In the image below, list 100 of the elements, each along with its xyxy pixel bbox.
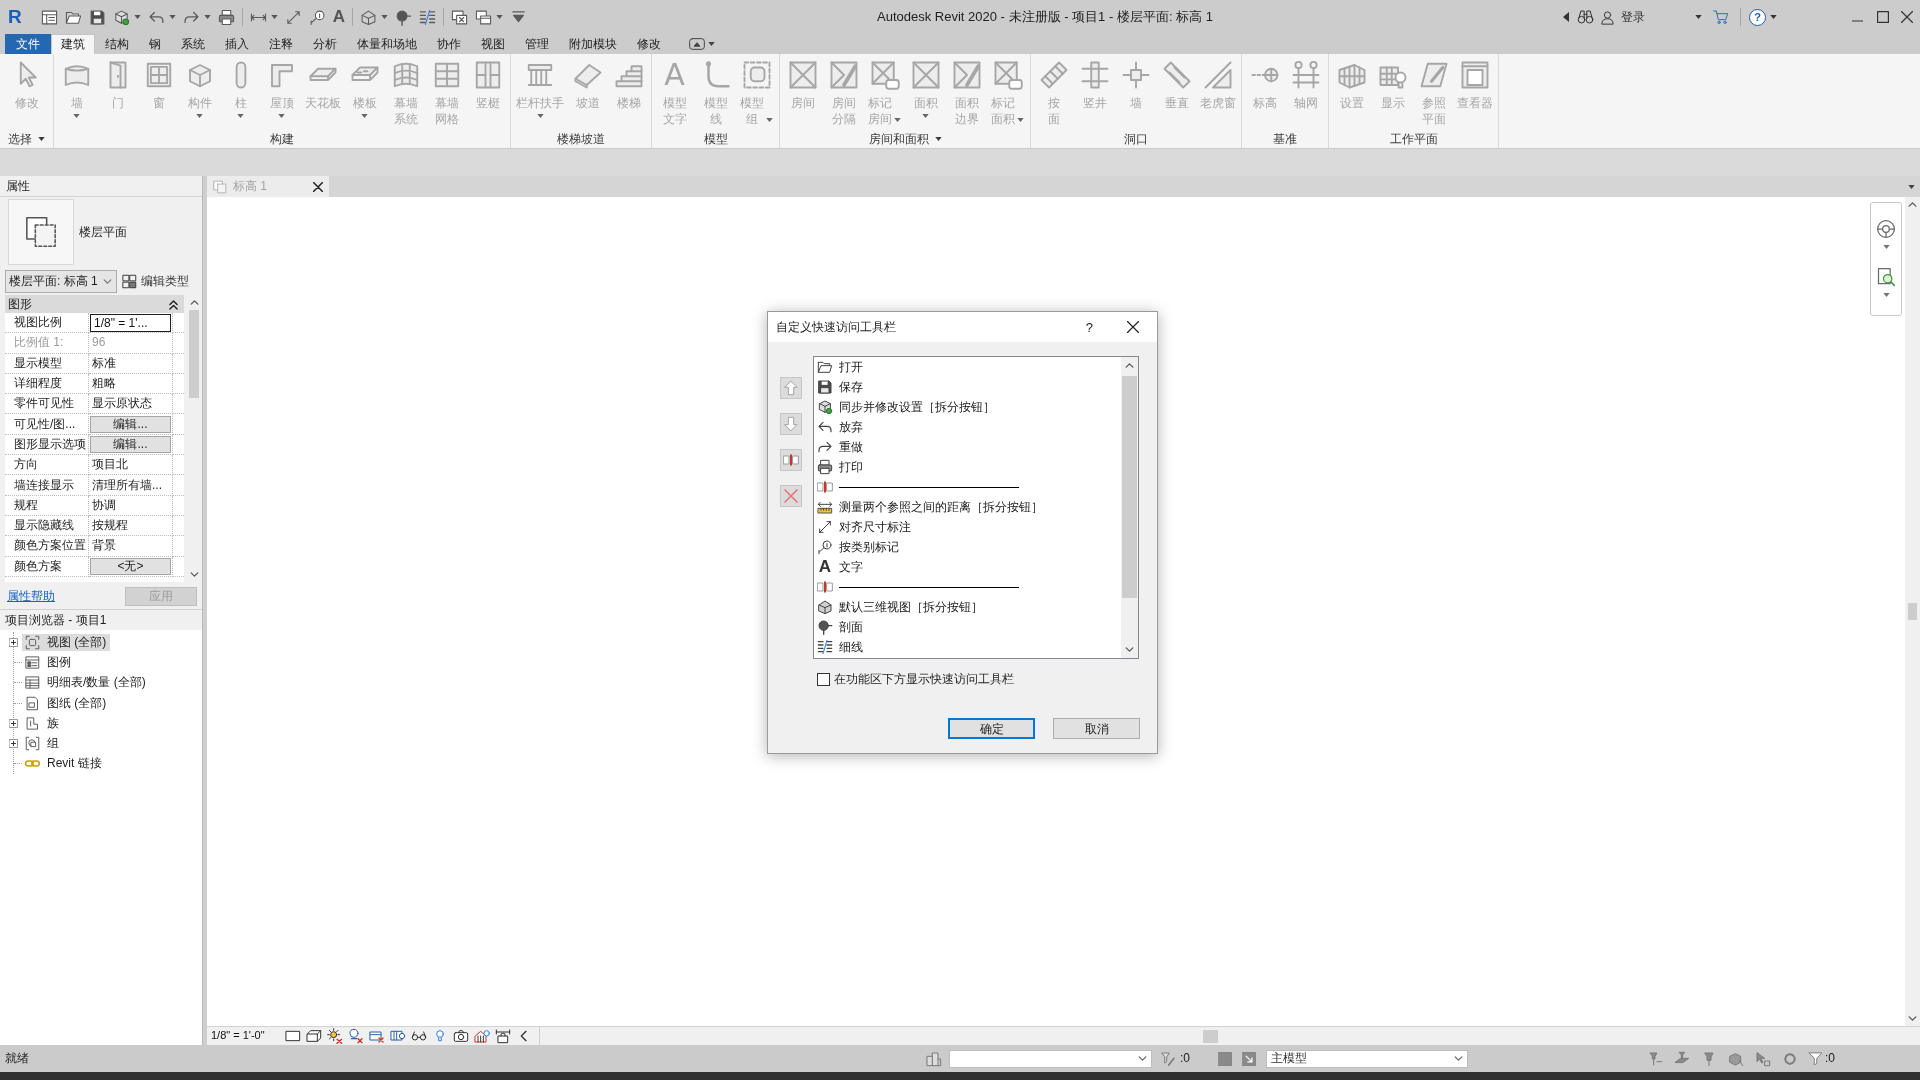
caret-icon[interactable] [1882, 245, 1890, 249]
ribbon-tab[interactable]: 分析 [303, 34, 347, 54]
steering-wheel-icon[interactable] [1876, 219, 1896, 239]
caret-icon[interactable] [1882, 293, 1890, 297]
ribbon-tab[interactable]: 修改 [627, 34, 671, 54]
chevron-down-icon[interactable] [1125, 647, 1134, 652]
ribbon-tab[interactable]: 协作 [427, 34, 471, 54]
rectangle-icon[interactable] [284, 1028, 301, 1044]
tree-item[interactable]: 图例 [22, 653, 75, 671]
help-button[interactable]: ? [1749, 8, 1766, 26]
buildings-icon[interactable] [926, 1050, 942, 1067]
chevron-up-icon[interactable] [189, 300, 199, 305]
caret-icon[interactable] [1695, 15, 1702, 19]
line-weight-icon[interactable] [419, 8, 436, 26]
plus-box-icon[interactable] [9, 739, 18, 749]
close-icon[interactable] [1901, 11, 1913, 23]
caret-icon[interactable] [133, 15, 141, 19]
ribbon-tab[interactable]: 注释 [259, 34, 303, 54]
close-icon[interactable] [313, 181, 323, 192]
panel-menu-button[interactable]: 房间和面积 [868, 131, 942, 147]
ribbon-tab[interactable]: 建筑 [51, 34, 95, 54]
panel-menu-button[interactable]: 选择 [8, 131, 45, 147]
scrollbar[interactable] [1121, 357, 1138, 658]
scroll-thumb[interactable] [1908, 603, 1917, 620]
scroll-thumb[interactable] [1203, 1029, 1218, 1043]
section-marker-icon[interactable] [395, 8, 412, 26]
caret-icon[interactable] [381, 15, 388, 19]
ribbon-tab[interactable]: 体量和场地 [347, 34, 427, 54]
ok-button[interactable]: 确定 [948, 718, 1035, 739]
command-item[interactable]: 细线 [817, 637, 1121, 657]
app-logo[interactable]: R [8, 7, 22, 27]
panel-toggle-icon[interactable] [689, 38, 705, 50]
maximize-icon[interactable] [1877, 11, 1889, 23]
file-tab[interactable]: 文件 [5, 34, 51, 54]
tree-item[interactable]: 组 [22, 735, 63, 753]
tree-item[interactable]: 图纸 (全部) [22, 694, 111, 712]
caret-icon[interactable] [168, 15, 176, 19]
chevron-up-icon[interactable] [1908, 202, 1917, 207]
filter-icon[interactable] [1808, 1051, 1823, 1066]
command-item[interactable]: 测量两个参照之间的距离［拆分按钮］ [817, 497, 1121, 517]
plus-box-icon[interactable] [9, 637, 18, 647]
panel-icon[interactable] [40, 8, 58, 26]
command-item[interactable]: 默认三维视图［拆分按钮］ [817, 597, 1121, 617]
ribbon-tab[interactable]: 钢 [139, 34, 171, 54]
command-item[interactable]: 放弃 [817, 417, 1121, 437]
glasses-icon[interactable] [410, 1028, 427, 1044]
command-item[interactable]: 打印 [817, 457, 1121, 477]
shaded-cube-icon[interactable] [360, 8, 377, 26]
tree-item[interactable]: 族 [22, 714, 63, 732]
command-item[interactable]: 打开 [817, 357, 1121, 377]
ribbon-tab[interactable]: 系统 [171, 34, 215, 54]
binoculars-icon[interactable] [1577, 9, 1594, 25]
text-glyph-icon[interactable]: A [332, 8, 345, 26]
ribbon-tab[interactable]: 插入 [215, 34, 259, 54]
caret-icon[interactable] [203, 15, 211, 19]
ribbon-tab[interactable]: 管理 [515, 34, 559, 54]
caret-icon[interactable] [1770, 15, 1777, 19]
printer-icon[interactable] [217, 8, 235, 26]
edit-button[interactable]: <无> [90, 557, 171, 575]
caret-icon[interactable] [708, 42, 715, 46]
scrollbar[interactable] [1905, 197, 1920, 1026]
arrow-box-icon[interactable] [1242, 1051, 1256, 1066]
cube-outline-icon[interactable] [305, 1028, 322, 1044]
cart-icon[interactable] [1712, 9, 1730, 25]
command-item[interactable]: 重做 [817, 437, 1121, 457]
help-button[interactable]: ? [1085, 319, 1093, 335]
scroll-thumb[interactable] [1122, 376, 1137, 598]
chevron-down-icon[interactable] [189, 572, 199, 577]
sign-in-button[interactable]: 登录 [1600, 9, 1645, 25]
chevron-down-icon[interactable] [1908, 1016, 1917, 1021]
pencil-filter-icon[interactable] [1160, 1050, 1176, 1067]
caret-icon[interactable] [270, 15, 278, 19]
lock-frame-icon[interactable] [494, 1028, 511, 1044]
caret-icon[interactable] [496, 15, 503, 19]
ribbon-tab[interactable]: 视图 [471, 34, 515, 54]
diagonal-arrow-icon[interactable] [284, 8, 302, 26]
scroll-thumb[interactable] [189, 310, 200, 398]
caret-icon[interactable] [1908, 185, 1915, 189]
edit-type-button[interactable]: 编辑类型 [122, 273, 189, 289]
caret-left-icon[interactable] [1563, 12, 1569, 22]
command-item[interactable]: 剖面 [817, 617, 1121, 637]
edit-button[interactable]: 编辑... [90, 415, 171, 433]
hexagon-icon[interactable] [1728, 1050, 1744, 1067]
circle-cross-icon[interactable] [347, 1028, 364, 1044]
group-header[interactable]: 图形 [5, 295, 185, 313]
separator-button[interactable] [780, 449, 802, 471]
tag-icon[interactable] [308, 8, 326, 26]
ribbon-tab[interactable]: 结构 [95, 34, 139, 54]
command-item[interactable]: 保存 [817, 377, 1121, 397]
checkbox[interactable] [817, 673, 830, 686]
command-item[interactable]: A 文字 [817, 557, 1121, 577]
edit-button[interactable]: 编辑... [90, 435, 171, 453]
design-option-dropdown[interactable]: 主模型 [1266, 1049, 1468, 1068]
chevron-up-icon[interactable] [1125, 363, 1134, 368]
scale-label[interactable]: 1/8" = 1'-0" [211, 1029, 265, 1043]
command-item[interactable]: 按类别标记 [817, 537, 1121, 557]
cube-icon[interactable] [112, 8, 130, 26]
tree-item[interactable]: Revit 链接 [22, 755, 106, 773]
frame-cross-icon[interactable] [368, 1028, 385, 1044]
camera-icon[interactable] [452, 1028, 469, 1044]
